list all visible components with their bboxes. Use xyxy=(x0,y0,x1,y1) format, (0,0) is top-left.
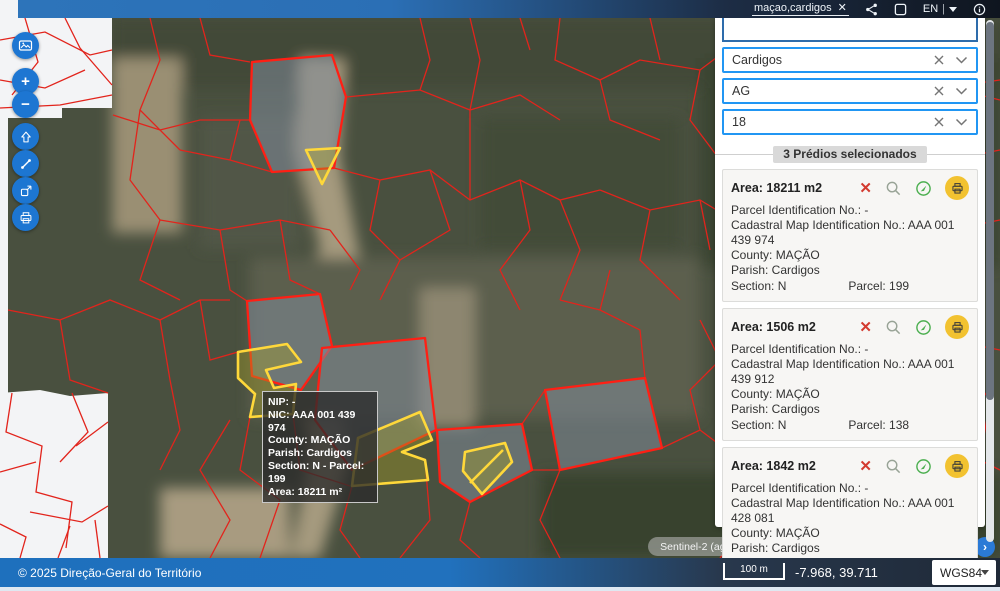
parcel-number-field[interactable]: 18 xyxy=(722,109,978,135)
remove-icon[interactable]: ✕ xyxy=(859,181,872,196)
language-select[interactable]: EN | xyxy=(923,3,957,15)
chevron-down-icon[interactable] xyxy=(955,87,968,95)
remove-icon[interactable]: ✕ xyxy=(859,459,872,474)
print-button[interactable] xyxy=(945,454,969,478)
basemap-button[interactable] xyxy=(12,32,39,59)
cadastral-id-line: Cadastral Map Identification No.: AAA 00… xyxy=(731,357,969,387)
basemap-image-icon xyxy=(18,38,33,53)
parcel-id-line: Parcel Identification No.: - xyxy=(731,342,969,357)
cadastral-id-line: Cadastral Map Identification No.: AAA 00… xyxy=(731,218,969,248)
parish-line: Parish: Cardigos xyxy=(731,402,969,417)
parcel-area: Area: 1506 m2 xyxy=(731,320,859,334)
parcel-area: Area: 1842 m2 xyxy=(731,459,859,473)
info-icon[interactable] xyxy=(973,3,986,16)
sidebar-scrollbar[interactable] xyxy=(986,20,994,542)
caret-down-icon xyxy=(949,7,957,12)
clear-field-icon[interactable] xyxy=(933,116,945,128)
county-line: County: MAÇÃO xyxy=(731,526,969,541)
parish-field-value[interactable]: Cardigos xyxy=(732,53,933,67)
printer-icon xyxy=(19,211,33,225)
parcel-id-line: Parcel Identification No.: - xyxy=(731,203,969,218)
locate-icon[interactable] xyxy=(915,319,932,336)
pan-up-button[interactable] xyxy=(12,123,39,150)
header-corner-spacer xyxy=(0,0,18,18)
remove-icon[interactable]: ✕ xyxy=(859,320,872,335)
zoom-to-icon[interactable] xyxy=(885,458,902,475)
parcel-card: Area: 18211 m2 ✕ Parcel Identification N… xyxy=(722,169,978,302)
copyright-text: © 2025 Direção-Geral do Território xyxy=(18,566,201,580)
clear-field-icon[interactable] xyxy=(933,54,945,66)
status-bar: © 2025 Direção-Geral do Território 100 m… xyxy=(0,558,1000,587)
tooltip-section-parcel: Section: N - Parcel: 199 xyxy=(268,460,372,486)
parish-field[interactable]: Cardigos xyxy=(722,47,978,73)
share-icon[interactable] xyxy=(865,3,878,16)
chevron-down-icon xyxy=(981,570,989,575)
tooltip-county: County: MAÇÃO xyxy=(268,434,372,447)
tooltip-parish: Parish: Cardigos xyxy=(268,447,372,460)
measure-line-icon xyxy=(19,157,33,171)
zoom-to-icon[interactable] xyxy=(885,180,902,197)
window-icon[interactable] xyxy=(894,3,907,16)
locate-icon[interactable] xyxy=(915,458,932,475)
print-button[interactable] xyxy=(945,176,969,200)
clear-field-icon[interactable] xyxy=(933,85,945,97)
cadastral-id-line: Cadastral Map Identification No.: AAA 00… xyxy=(731,496,969,526)
expand-button[interactable] xyxy=(12,177,39,204)
locate-icon[interactable] xyxy=(915,180,932,197)
parcel-number-field-value[interactable]: 18 xyxy=(732,115,933,129)
parcel-value: Parcel: 138 xyxy=(848,418,909,433)
expand-icon xyxy=(19,184,33,198)
parcel-area: Area: 18211 m2 xyxy=(731,181,859,195)
print-icon xyxy=(951,460,964,473)
print-icon xyxy=(951,321,964,334)
zoom-to-icon[interactable] xyxy=(885,319,902,336)
search-clear-icon[interactable]: ✕ xyxy=(838,3,847,14)
measure-button[interactable] xyxy=(12,150,39,177)
county-line: County: MAÇÃO xyxy=(731,387,969,402)
parcel-id-line: Parcel Identification No.: - xyxy=(731,481,969,496)
chevron-down-icon[interactable] xyxy=(955,56,968,64)
zoom-out-button[interactable]: − xyxy=(12,91,39,118)
print-icon xyxy=(951,182,964,195)
arrow-up-icon xyxy=(19,130,33,144)
section-value: Section: N xyxy=(731,279,786,294)
parcel-value: Parcel: 199 xyxy=(848,279,909,294)
section-value: Section: N xyxy=(731,418,786,433)
parcel-tooltip: NIP: - NIC: AAA 001 439 974 County: MAÇÃ… xyxy=(262,391,378,503)
plus-icon: + xyxy=(21,73,30,90)
window-bottom-strip xyxy=(0,587,1000,591)
minus-icon: − xyxy=(21,96,30,113)
parcel-sidebar-panel: Cardigos AG 18 3 Prédios selecionados Ar… xyxy=(715,18,985,527)
tooltip-nic: NIC: AAA 001 439 974 xyxy=(268,409,372,435)
print-button[interactable] xyxy=(945,315,969,339)
sidebar-scrollbar-thumb[interactable] xyxy=(986,22,994,400)
section-field[interactable]: AG xyxy=(722,78,978,104)
header-search[interactable]: maçao,cardigos ✕ xyxy=(752,2,849,16)
top-header-bar: maçao,cardigos ✕ EN | xyxy=(18,0,1000,18)
search-input[interactable]: maçao,cardigos xyxy=(754,2,832,14)
cursor-coordinates: -7.968, 39.711 xyxy=(795,558,878,587)
scale-bar: 100 m xyxy=(723,563,785,580)
tooltip-area: Area: 18211 m² xyxy=(268,486,372,499)
selection-count-badge: 3 Prédios selecionados xyxy=(773,146,926,163)
county-line: County: MAÇÃO xyxy=(731,248,969,263)
parish-line: Parish: Cardigos xyxy=(731,541,969,556)
crs-select[interactable]: WGS84 xyxy=(932,560,996,585)
parcel-card: Area: 1506 m2 ✕ Parcel Identification No… xyxy=(722,308,978,441)
parish-line: Parish: Cardigos xyxy=(731,263,969,278)
crs-value: WGS84 xyxy=(940,566,982,580)
chevron-down-icon[interactable] xyxy=(955,118,968,126)
print-map-button[interactable] xyxy=(12,204,39,231)
section-field-value[interactable]: AG xyxy=(732,84,933,98)
tooltip-nip: NIP: - xyxy=(268,396,372,409)
county-field-partial[interactable] xyxy=(722,18,978,42)
